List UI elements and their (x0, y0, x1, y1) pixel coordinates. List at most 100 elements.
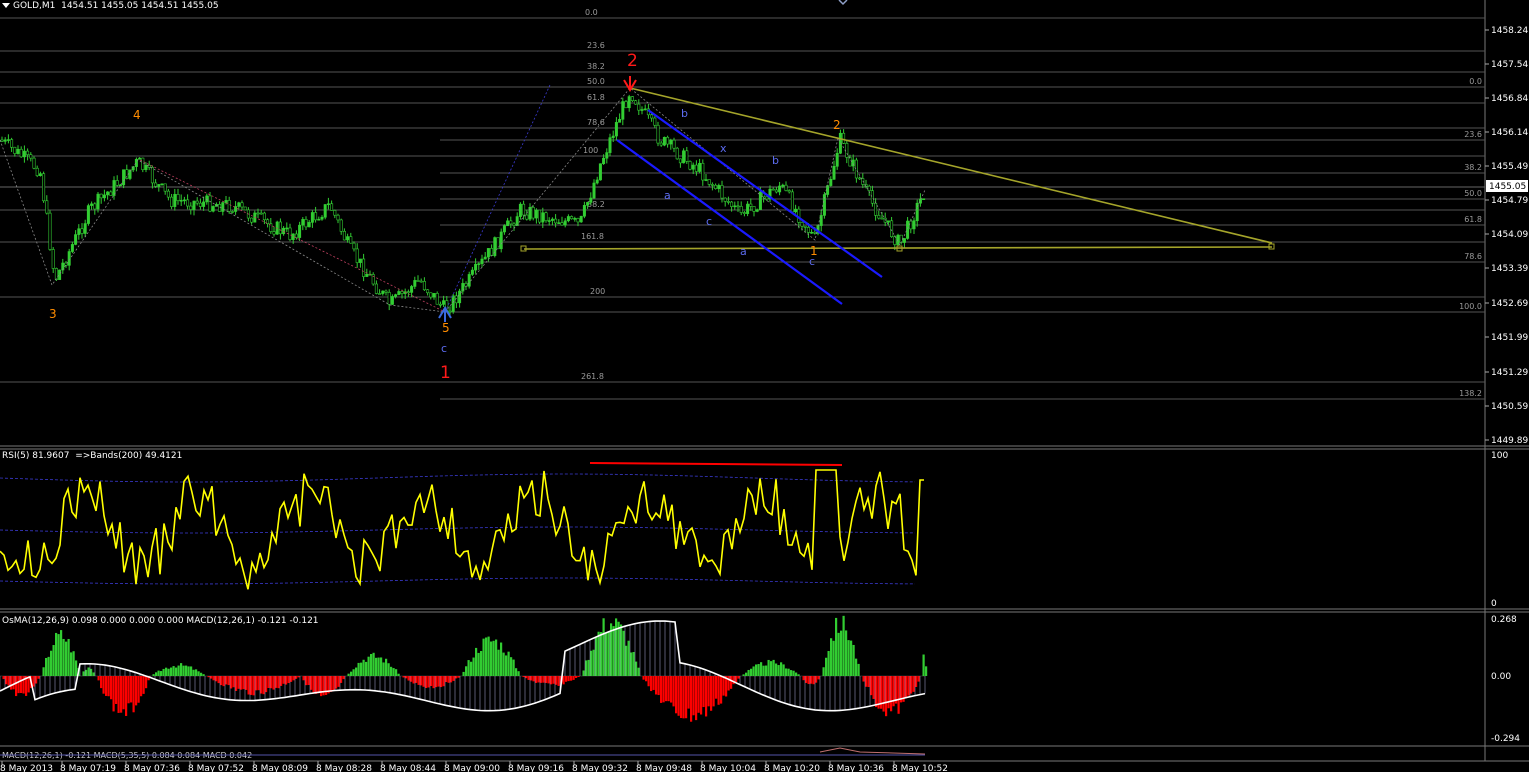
osma-bar (407, 676, 410, 681)
osma-bar (687, 676, 690, 709)
osma-bar (162, 668, 165, 676)
osma-bar (285, 676, 288, 685)
osma-bar (397, 673, 400, 676)
osma-bar (412, 676, 415, 684)
osma-bar (747, 669, 750, 676)
osma-bar (835, 617, 838, 676)
candle-body (557, 222, 561, 224)
osma-bar (462, 671, 465, 676)
osma-bar (750, 668, 753, 676)
macd-header: OsMA(12,26,9) 0.098 0.000 0.000 0.000 MA… (2, 616, 319, 626)
candle-body (301, 219, 305, 226)
fib-level-label: 100 (583, 146, 598, 155)
osma-bar (605, 633, 608, 676)
osma-bar (812, 676, 815, 685)
candle-body (26, 150, 30, 155)
candle-body (96, 193, 100, 210)
time-tick-label: 8 May 08:09 (252, 764, 308, 772)
osma-bar (250, 676, 253, 695)
osma-bar (410, 676, 413, 682)
osma-bar (892, 676, 895, 707)
osma-bar (365, 661, 368, 676)
osma-bar (757, 664, 760, 676)
candle-body (509, 220, 513, 225)
candle-body (746, 203, 750, 214)
osma-bar (517, 671, 520, 676)
candle-body (771, 188, 775, 191)
price-tick-label: 1454.09 (1491, 230, 1528, 240)
fib-level-label: 0.0 (1469, 77, 1482, 86)
osma-bar (575, 676, 578, 678)
osma-bar (817, 676, 820, 680)
candle-body (413, 280, 417, 287)
candle-body (74, 234, 78, 245)
candle-body (70, 244, 74, 252)
osma-bar (295, 676, 298, 679)
osma-bar (495, 639, 498, 676)
candle-body (227, 200, 231, 212)
osma-bar (402, 676, 405, 678)
price-tick-label: 1452.69 (1491, 299, 1528, 309)
candle-body (640, 109, 644, 111)
osma-bar (735, 676, 738, 682)
candle-body (278, 221, 282, 235)
osma-bar (312, 676, 315, 693)
candle-body (499, 231, 503, 250)
candle-body (538, 209, 542, 223)
candle-body (870, 190, 874, 204)
candle-body (877, 215, 881, 219)
osma-bar (665, 676, 668, 702)
candle-body (477, 263, 481, 265)
osma-bar (267, 676, 270, 688)
osma-bar (455, 676, 458, 679)
osma-bar (515, 668, 518, 676)
osma-bar (225, 676, 228, 685)
osma-bar (802, 676, 805, 681)
osma-bar (122, 676, 125, 710)
osma-bar (382, 662, 385, 676)
fib-level-label: 78.6 (587, 118, 605, 127)
candle-body (115, 180, 119, 186)
candle-body (10, 139, 14, 148)
osma-bar (742, 674, 745, 676)
price-tick-label: 1449.89 (1491, 436, 1528, 446)
symbol-label: GOLD,M1 (13, 1, 56, 11)
wave-label-red: 2 (627, 51, 638, 71)
osma-bar (12, 676, 15, 690)
fib-level-label: 261.8 (581, 372, 604, 381)
osma-bar (647, 676, 650, 687)
trading-chart[interactable]: 1458.24 1457.54 1456.84 1456.14 1455.49 1454.… (0, 0, 1529, 772)
osma-bar (422, 676, 425, 687)
candle-body (682, 150, 686, 164)
candle-body (83, 223, 87, 234)
osma-bar (465, 666, 468, 676)
osma-bar (795, 672, 798, 676)
dropdown-arrow-icon[interactable] (2, 3, 10, 8)
time-tick-label: 8 May 10:36 (828, 764, 884, 772)
candle-body (429, 292, 433, 298)
osma-bar (157, 670, 160, 676)
osma-bar (710, 676, 713, 711)
osma-bar (755, 664, 758, 676)
osma-bar (390, 666, 393, 676)
candle-body (330, 203, 334, 211)
candle-body (230, 211, 234, 213)
osma-bar (175, 667, 178, 676)
osma-bar (612, 626, 615, 676)
osma-bar (10, 676, 13, 690)
osma-bar (890, 676, 893, 712)
osma-bar (722, 676, 725, 696)
fib-level-label: 50.0 (1464, 189, 1482, 198)
candle-body (310, 212, 314, 223)
candle-body (685, 150, 689, 162)
candle-body (630, 96, 634, 102)
ohlc-values: 1454.51 1455.05 1454.51 1455.05 (61, 1, 219, 11)
osma-bar (115, 676, 118, 704)
osma-bar (637, 667, 640, 676)
osma-bar (222, 676, 225, 687)
osma-bar (545, 676, 548, 683)
candle-body (621, 101, 625, 120)
time-tick-label: 8 May 08:44 (380, 764, 436, 772)
osma-bar (680, 676, 683, 719)
osma-bar (487, 636, 490, 676)
